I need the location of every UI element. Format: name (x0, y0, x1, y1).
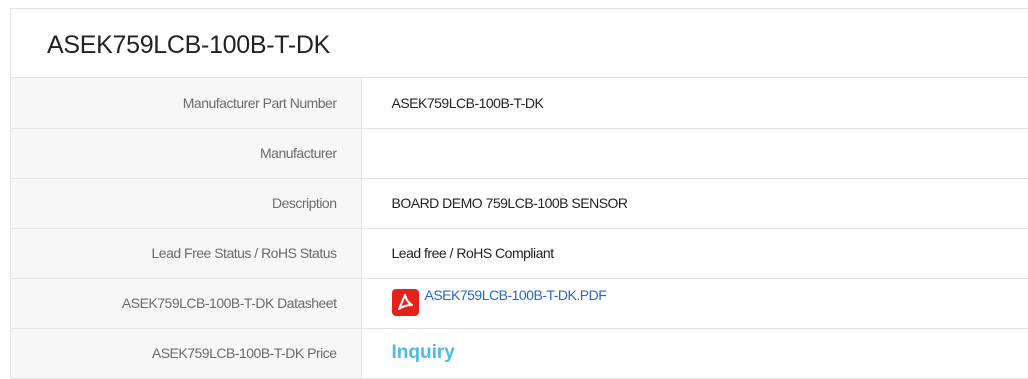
spec-table: Manufacturer Part Number ASEK759LCB-100B… (11, 78, 1028, 379)
row-label-price: ASEK759LCB-100B-T-DK Price (11, 328, 362, 379)
product-title: ASEK759LCB-100B-T-DK (11, 9, 1028, 78)
row-value-manufacturer (361, 128, 1028, 179)
row-value-description: BOARD DEMO 759LCB-100B SENSOR (361, 178, 1028, 229)
datasheet-filename: ASEK759LCB-100B-T-DK.PDF (424, 287, 607, 303)
table-row: Lead Free Status / RoHS Status Lead free… (11, 228, 1028, 279)
table-row: Manufacturer (11, 128, 1028, 179)
row-label-description: Description (11, 178, 362, 229)
inquiry-link[interactable]: Inquiry (392, 342, 455, 363)
table-row: ASEK759LCB-100B-T-DK Price Inquiry (11, 328, 1028, 379)
row-label-part-number: Manufacturer Part Number (11, 78, 362, 129)
row-value-price: Inquiry (361, 328, 1028, 379)
row-value-rohs-status: Lead free / RoHS Compliant (361, 228, 1028, 279)
row-label-datasheet: ASEK759LCB-100B-T-DK Datasheet (11, 278, 362, 329)
datasheet-link[interactable]: ASEK759LCB-100B-T-DK.PDF (391, 287, 607, 316)
product-spec-panel: ASEK759LCB-100B-T-DK Manufacturer Part N… (10, 8, 1028, 379)
row-label-manufacturer: Manufacturer (11, 128, 362, 179)
row-label-rohs-status: Lead Free Status / RoHS Status (11, 228, 362, 279)
table-row: ASEK759LCB-100B-T-DK Datasheet ASEK759LC… (11, 278, 1028, 329)
row-value-part-number: ASEK759LCB-100B-T-DK (361, 78, 1028, 129)
table-row: Description BOARD DEMO 759LCB-100B SENSO… (11, 178, 1028, 229)
table-row: Manufacturer Part Number ASEK759LCB-100B… (11, 78, 1028, 129)
row-value-datasheet: ASEK759LCB-100B-T-DK.PDF (361, 278, 1028, 329)
pdf-icon (391, 289, 419, 316)
